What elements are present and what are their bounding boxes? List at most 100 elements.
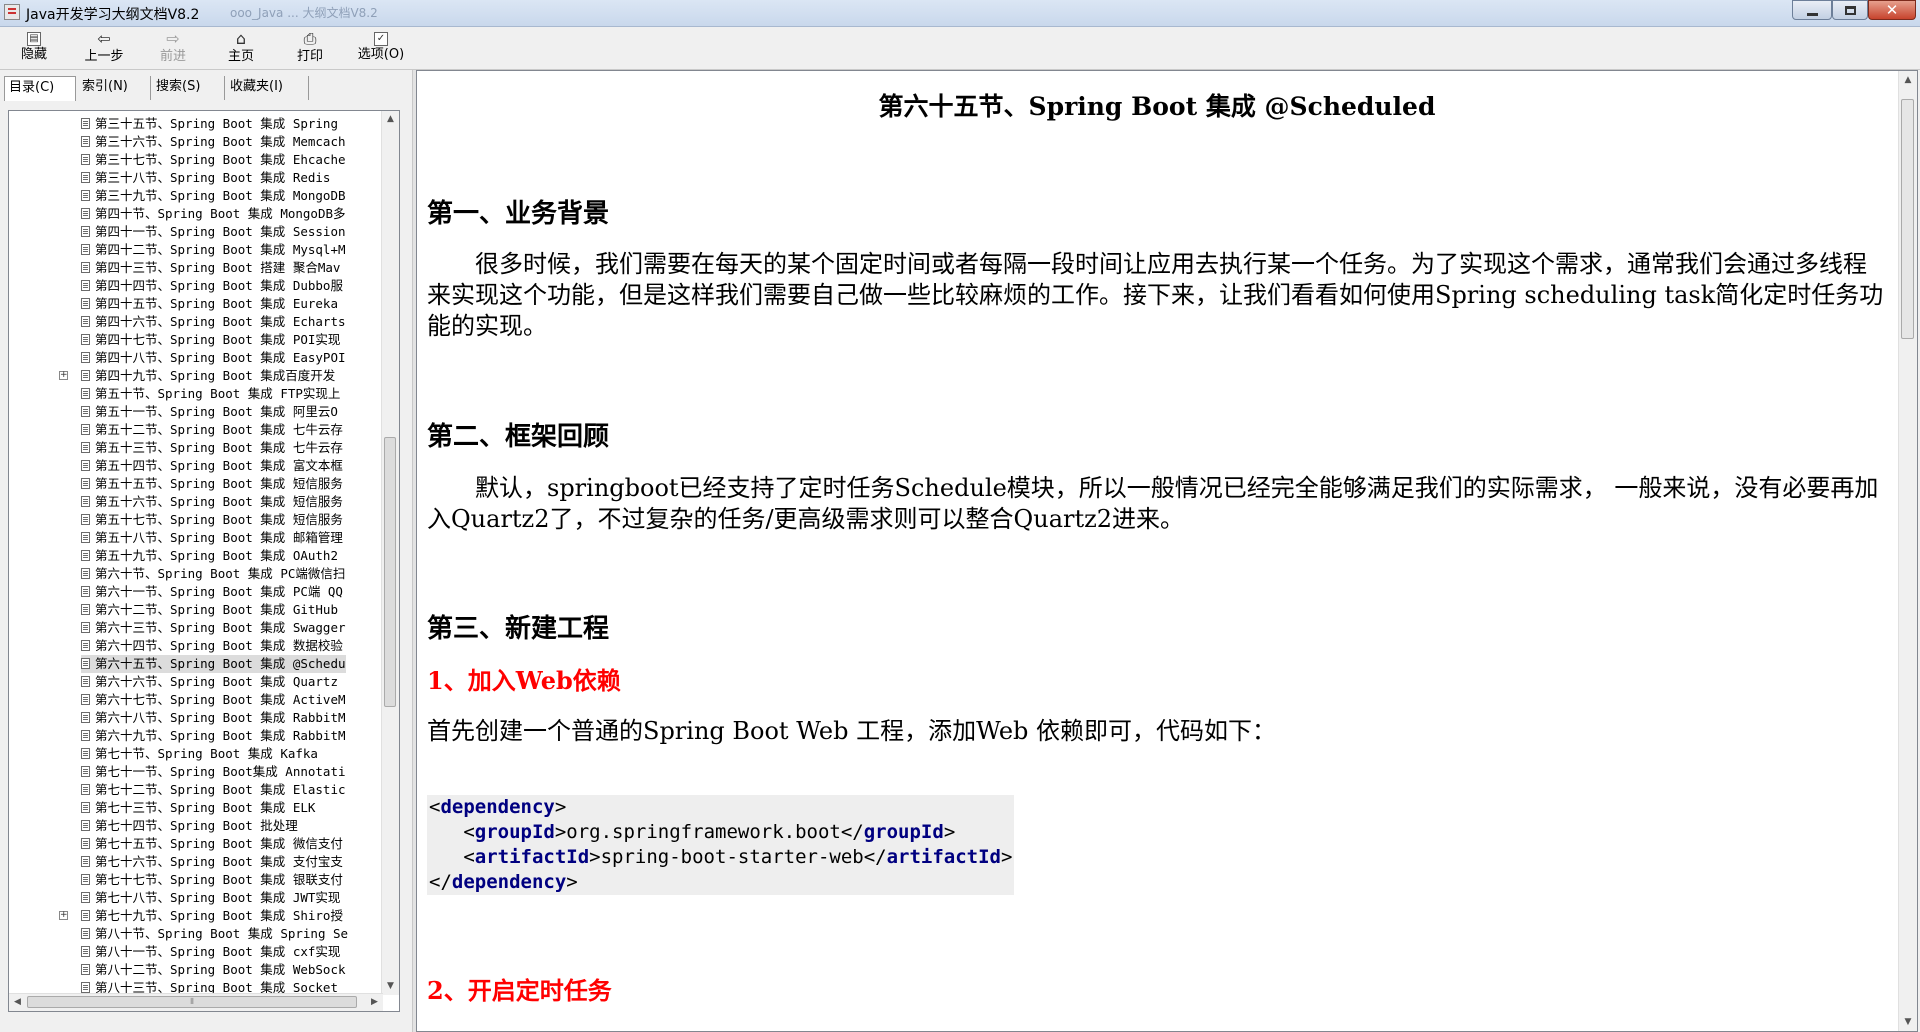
tree-item[interactable]: 第三十七节、Spring Boot 集成 Ehcache — [81, 151, 346, 169]
tree-item-label: 第六十七节、Spring Boot 集成 ActiveM — [95, 692, 346, 707]
tab-index[interactable]: 索引(N) — [78, 76, 151, 100]
tab-favorites[interactable]: 收藏夹(I) — [226, 76, 309, 100]
document-icon — [81, 604, 90, 615]
tree-item[interactable]: 第八十二节、Spring Boot 集成 WebSock — [81, 961, 346, 979]
tree-item[interactable]: 第八十一节、Spring Boot 集成 cxf实现 — [81, 943, 340, 961]
tree-item-label: 第五十一节、Spring Boot 集成 阿里云O — [95, 404, 338, 419]
document-icon — [81, 946, 90, 957]
tree-item[interactable]: 第三十九节、Spring Boot 集成 MongoDB — [81, 187, 346, 205]
maximize-button[interactable] — [1832, 0, 1868, 20]
back-button[interactable]: ⇦ 上一步 — [76, 29, 132, 67]
tree-item-label: 第四十一节、Spring Boot 集成 Session — [95, 224, 346, 239]
tree-item-label: 第三十六节、Spring Boot 集成 Memcach — [95, 134, 346, 149]
tree-item-label: 第七十三节、Spring Boot 集成 ELK — [95, 800, 316, 815]
tree-item[interactable]: 第五十六节、Spring Boot 集成 短信服务 — [81, 493, 343, 511]
tab-contents[interactable]: 目录(C) — [4, 76, 76, 101]
tree-item[interactable]: 第六十二节、Spring Boot 集成 GitHub — [81, 601, 338, 619]
options-button[interactable]: ✓ 选项(O) — [350, 29, 412, 67]
tree-item[interactable]: 第六十节、Spring Boot 集成 PC端微信扫 — [81, 565, 345, 583]
print-button[interactable]: ⎙ 打印 — [282, 29, 338, 67]
tree-item[interactable]: 第五十三节、Spring Boot 集成 七牛云存 — [81, 439, 343, 457]
tree-scroll-thumb[interactable] — [384, 437, 396, 707]
close-button[interactable]: ✕ — [1868, 0, 1916, 20]
code-line-4: </dependency> — [429, 871, 578, 893]
document-icon — [81, 460, 90, 471]
home-button[interactable]: ⌂ 主页 — [213, 29, 269, 67]
tree-item[interactable]: 第四十一节、Spring Boot 集成 Session — [81, 223, 346, 241]
tree-item[interactable]: 第七十一节、Spring Boot集成 Annotati — [81, 763, 346, 781]
tree-vertical-scrollbar[interactable]: ▲ ▼ — [381, 111, 399, 995]
tree-item[interactable]: 第七十五节、Spring Boot 集成 微信支付 — [81, 835, 343, 853]
content-scroll-thumb[interactable] — [1901, 99, 1914, 339]
content-scroll-down-arrow-icon[interactable]: ▼ — [1899, 1013, 1917, 1031]
tree-item[interactable]: 第六十八节、Spring Boot 集成 RabbitM — [81, 709, 346, 727]
tree-item[interactable]: 第四十四节、Spring Boot 集成 Dubbo服 — [81, 277, 343, 295]
scroll-left-arrow-icon[interactable]: ◀ — [9, 994, 26, 1011]
tree-item[interactable]: 第六十七节、Spring Boot 集成 ActiveM — [81, 691, 346, 709]
tree-item[interactable]: 第七十四节、Spring Boot 批处理 — [81, 817, 298, 835]
tree-item[interactable]: 第四十二节、Spring Boot 集成 Mysql+M — [81, 241, 346, 259]
tree-item[interactable]: 第五十二节、Spring Boot 集成 七牛云存 — [81, 421, 343, 439]
tree-item[interactable]: 第三十五节、Spring Boot 集成 Spring — [81, 115, 338, 133]
app-icon — [4, 4, 20, 20]
tree-item[interactable]: 第六十三节、Spring Boot 集成 Swagger — [81, 619, 346, 637]
code-line-1: <dependency> — [429, 796, 567, 818]
tree-item[interactable]: 第七十二节、Spring Boot 集成 Elastic — [81, 781, 346, 799]
tree-item[interactable]: 第五十九节、Spring Boot 集成 OAuth2 — [81, 547, 338, 565]
content-scroll-up-arrow-icon[interactable]: ▲ — [1899, 71, 1917, 89]
tree-item[interactable]: 第五十七节、Spring Boot 集成 短信服务 — [81, 511, 343, 529]
tree-item[interactable]: 第四十六节、Spring Boot 集成 Echarts — [81, 313, 346, 331]
tree-item[interactable]: 第六十四节、Spring Boot 集成 数据校验 — [81, 637, 343, 655]
scroll-right-arrow-icon[interactable]: ▶ — [366, 994, 383, 1011]
tree-item[interactable]: 第五十五节、Spring Boot 集成 短信服务 — [81, 475, 343, 493]
document-icon — [81, 478, 90, 489]
tree-item[interactable]: 第六十九节、Spring Boot 集成 RabbitM — [81, 727, 346, 745]
document-icon — [81, 784, 90, 795]
document-icon — [81, 550, 90, 561]
tab-search[interactable]: 搜索(S) — [152, 76, 225, 100]
tree-item[interactable]: 第七十节、Spring Boot 集成 Kafka — [81, 745, 318, 763]
tree-item[interactable]: 第四十七节、Spring Boot 集成 POI实现 — [81, 331, 340, 349]
tree-item[interactable]: 第五十一节、Spring Boot 集成 阿里云O — [81, 403, 338, 421]
hide-button[interactable]: ▤ 隐藏 — [6, 29, 62, 67]
tree-item[interactable]: 第七十六节、Spring Boot 集成 支付宝支 — [81, 853, 343, 871]
tree-item-label: 第七十四节、Spring Boot 批处理 — [95, 818, 298, 833]
tree-item[interactable]: 第四十八节、Spring Boot 集成 EasyPOI — [81, 349, 346, 367]
scroll-up-arrow-icon[interactable]: ▲ — [382, 111, 399, 128]
forward-button[interactable]: ⇨ 前进 — [145, 29, 201, 67]
tree-item[interactable]: 第七十八节、Spring Boot 集成 JWT实现 — [81, 889, 340, 907]
tree-item[interactable]: 第六十五节、Spring Boot 集成 @Schedu — [81, 655, 346, 673]
document-icon — [81, 802, 90, 813]
minimize-button[interactable] — [1792, 0, 1832, 20]
tree-item[interactable]: 第五十节、Spring Boot 集成 FTP实现上 — [81, 385, 340, 403]
tree-item[interactable]: 第四十五节、Spring Boot 集成 Eureka — [81, 295, 338, 313]
contents-tree[interactable]: 第三十五节、Spring Boot 集成 Spring 第三十六节、Spring … — [8, 110, 400, 1012]
tree-item[interactable]: 第四十九节、Spring Boot 集成百度开发 — [81, 367, 335, 385]
document-icon — [81, 316, 90, 327]
home-icon: ⌂ — [235, 29, 247, 48]
document-icon — [81, 280, 90, 291]
tree-item[interactable]: 第七十九节、Spring Boot 集成 Shiro授 — [81, 907, 343, 925]
tree-item-label: 第七十节、Spring Boot 集成 Kafka — [95, 746, 318, 761]
tree-item[interactable]: 第七十七节、Spring Boot 集成 银联支付 — [81, 871, 343, 889]
tree-item[interactable]: 第五十八节、Spring Boot 集成 邮箱管理 — [81, 529, 343, 547]
tree-item[interactable]: 第三十六节、Spring Boot 集成 Memcach — [81, 133, 346, 151]
tree-item[interactable]: 第四十三节、Spring Boot 搭建 聚合Mav — [81, 259, 340, 277]
step-1-text: 首先创建一个普通的Spring Boot Web 工程，添加Web 依赖即可，代… — [427, 717, 1277, 745]
content-vertical-scrollbar[interactable]: ▲ ▼ — [1898, 71, 1917, 1031]
code-tag-dependency: dependency — [440, 796, 555, 818]
expand-plus-icon[interactable]: + — [59, 911, 68, 920]
tree-item[interactable]: 第三十八节、Spring Boot 集成 Redis — [81, 169, 330, 187]
tree-horizontal-scrollbar[interactable]: ◀ ⦀ ▶ — [9, 993, 383, 1011]
tree-item[interactable]: 第四十节、Spring Boot 集成 MongoDB多 — [81, 205, 346, 223]
document-icon — [81, 136, 90, 147]
tree-item[interactable]: 第八十节、Spring Boot 集成 Spring Se — [81, 925, 348, 943]
tree-hscroll-thumb[interactable]: ⦀ — [27, 996, 357, 1008]
tree-item[interactable]: 第六十一节、Spring Boot 集成 PC端 QQ — [81, 583, 343, 601]
tree-item[interactable]: 第六十六节、Spring Boot 集成 Quartz — [81, 673, 338, 691]
tree-item[interactable]: 第七十三节、Spring Boot 集成 ELK — [81, 799, 315, 817]
code-line-2: <groupId>org.springframework.boot</group… — [429, 821, 956, 843]
expand-plus-icon[interactable]: + — [59, 371, 68, 380]
scroll-down-arrow-icon[interactable]: ▼ — [382, 978, 399, 995]
tree-item[interactable]: 第五十四节、Spring Boot 集成 富文本框 — [81, 457, 343, 475]
